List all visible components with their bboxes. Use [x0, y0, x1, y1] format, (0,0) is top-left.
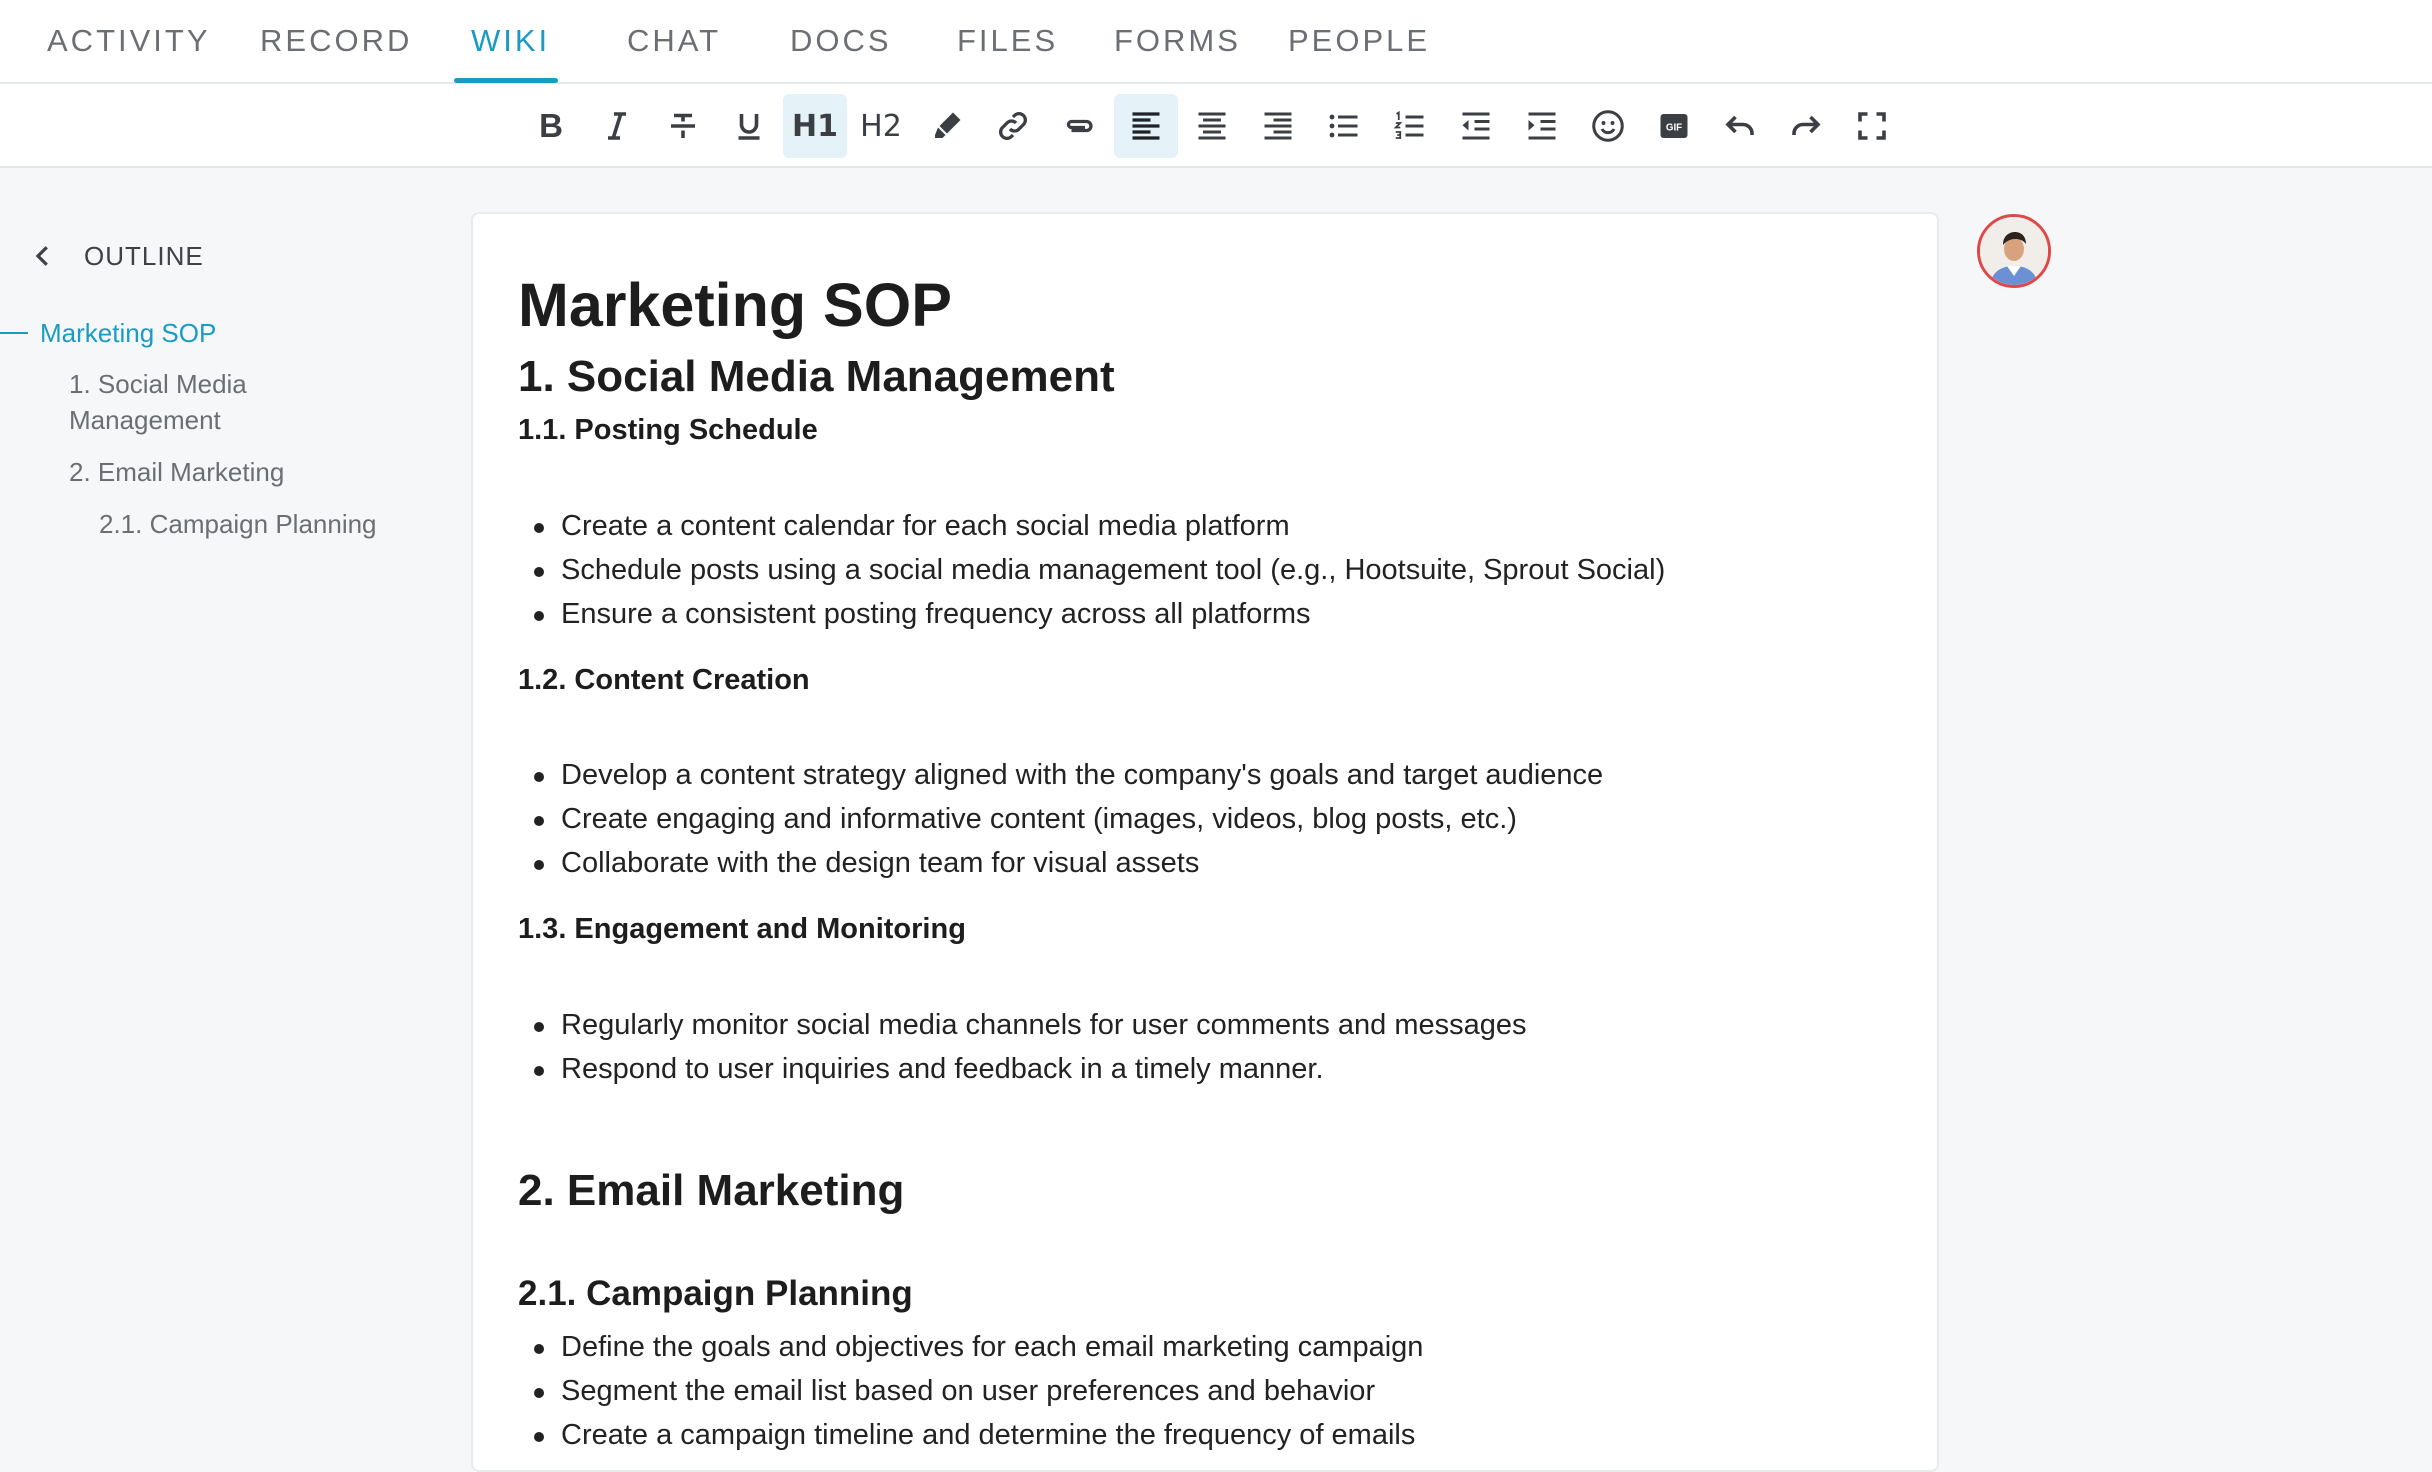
highlight-icon	[935, 112, 961, 138]
svg-text:GIF: GIF	[1666, 123, 1682, 134]
gif-icon: GIF	[1660, 114, 1688, 138]
underline-button[interactable]	[717, 94, 781, 158]
outline-active-marker	[0, 332, 28, 334]
outline-item-label-line2: Management	[69, 405, 221, 435]
outline-item-label-line1: 1. Social Media	[69, 369, 247, 399]
bullet-list-icon	[1329, 114, 1358, 138]
align-center-button[interactable]	[1180, 94, 1244, 158]
list-item: Schedule posts using a social media mana…	[561, 554, 1666, 586]
gif-button[interactable]: GIF	[1642, 94, 1706, 158]
bullet-dot	[534, 567, 544, 577]
subsection-heading: 1.1. Posting Schedule	[518, 414, 818, 446]
list-item: Respond to user inquiries and feedback i…	[561, 1053, 1324, 1085]
bullet-dot	[534, 772, 544, 782]
align-left-button[interactable]	[1114, 94, 1178, 158]
subsection-heading: 1.3. Engagement and Monitoring	[518, 913, 966, 945]
chevron-left-icon	[35, 246, 48, 266]
outdent-button[interactable]	[1444, 94, 1508, 158]
bullet-dot	[534, 1344, 544, 1354]
strikethrough-button[interactable]	[651, 94, 715, 158]
section-heading: 2. Email Marketing	[518, 1166, 905, 1215]
strikethrough-icon	[671, 113, 695, 138]
bullet-dot	[534, 1388, 544, 1398]
highlight-button[interactable]	[915, 94, 979, 158]
list-item: Create a content calendar for each socia…	[561, 510, 1290, 542]
underline-icon	[738, 114, 760, 140]
wiki-document[interactable]: Marketing SOP 1. Social Media Management…	[471, 212, 1939, 1472]
list-item: Create a campaign timeline and determine…	[561, 1419, 1416, 1451]
tab-forms[interactable]: FORMS	[1114, 0, 1241, 84]
link-button[interactable]	[981, 94, 1045, 158]
heading-1-button[interactable]: H1	[783, 94, 847, 158]
outline-item-social-media-management[interactable]: 1. Social Media Management	[69, 366, 247, 438]
attachment-button[interactable]	[1047, 94, 1111, 158]
tab-files[interactable]: FILES	[957, 0, 1058, 84]
indent-button[interactable]	[1510, 94, 1574, 158]
active-tab-indicator	[454, 78, 558, 83]
subsection-heading: 2.1. Campaign Planning	[518, 1274, 913, 1313]
bullet-dot	[534, 523, 544, 533]
heading-2-icon: H2	[860, 108, 902, 144]
outdent-icon	[1462, 112, 1490, 140]
list-item: Develop a content strategy aligned with …	[561, 759, 1604, 791]
outline-header: OUTLINE	[84, 240, 204, 271]
bullet-dot	[534, 816, 544, 826]
tab-record[interactable]: RECORD	[260, 0, 412, 84]
numbered-list-icon	[1393, 110, 1424, 139]
outline-item-marketing-sop[interactable]: Marketing SOP	[40, 315, 216, 351]
heading-2-button[interactable]: H2	[849, 94, 913, 158]
section-heading: 1. Social Media Management	[518, 352, 1115, 401]
tab-docs[interactable]: DOCS	[790, 0, 892, 84]
outline-collapse-toggle[interactable]: OUTLINE	[28, 238, 204, 274]
avatar[interactable]	[1977, 214, 2051, 288]
italic-button[interactable]	[585, 94, 649, 158]
emoji-icon	[1592, 110, 1624, 142]
numbered-list-button[interactable]	[1378, 94, 1442, 158]
list-item: Define the goals and objectives for each…	[561, 1331, 1424, 1363]
bullet-dot	[534, 611, 544, 621]
bullet-dot	[534, 1432, 544, 1442]
align-right-icon	[1264, 112, 1292, 140]
subsection-heading: 1.2. Content Creation	[518, 664, 810, 696]
redo-icon	[1792, 115, 1821, 135]
tab-people[interactable]: PEOPLE	[1288, 0, 1430, 84]
bold-button[interactable]: B	[519, 94, 583, 158]
indent-icon	[1528, 112, 1556, 140]
user-avatar-icon	[1980, 217, 2048, 285]
bullet-dot	[534, 1066, 544, 1076]
editor-toolbar: B H1 H2 GIF	[0, 84, 2432, 168]
list-item: Ensure a consistent posting frequency ac…	[561, 598, 1311, 630]
emoji-button[interactable]	[1576, 94, 1640, 158]
align-center-icon	[1198, 112, 1226, 140]
align-left-icon	[1132, 112, 1160, 140]
redo-button[interactable]	[1774, 94, 1838, 158]
top-tab-bar: ACTIVITY RECORD WIKI CHAT DOCS FILES FOR…	[0, 0, 2432, 84]
bullet-dot	[534, 1022, 544, 1032]
undo-icon	[1725, 115, 1754, 135]
page-title: Marketing SOP	[518, 271, 952, 339]
outline-item-campaign-planning[interactable]: 2.1. Campaign Planning	[99, 506, 377, 542]
list-item: Create engaging and informative content …	[561, 803, 1517, 835]
attachment-icon	[1066, 119, 1093, 133]
tab-chat[interactable]: CHAT	[627, 0, 721, 84]
bold-icon: B	[539, 107, 563, 144]
fullscreen-button[interactable]	[1840, 94, 1904, 158]
italic-icon	[608, 112, 626, 140]
heading-1-icon: H1	[792, 108, 838, 144]
bullet-list-button[interactable]	[1312, 94, 1376, 158]
bullet-dot	[534, 860, 544, 870]
list-item: Segment the email list based on user pre…	[561, 1375, 1376, 1407]
list-item: Collaborate with the design team for vis…	[561, 847, 1200, 879]
align-right-button[interactable]	[1246, 94, 1310, 158]
link-icon	[999, 112, 1027, 140]
tab-wiki[interactable]: WIKI	[471, 0, 550, 84]
list-item: Regularly monitor social media channels …	[561, 1009, 1527, 1041]
tab-activity[interactable]: ACTIVITY	[47, 0, 211, 84]
undo-button[interactable]	[1708, 94, 1772, 158]
fullscreen-icon	[1858, 112, 1886, 140]
outline-item-email-marketing[interactable]: 2. Email Marketing	[69, 454, 284, 490]
